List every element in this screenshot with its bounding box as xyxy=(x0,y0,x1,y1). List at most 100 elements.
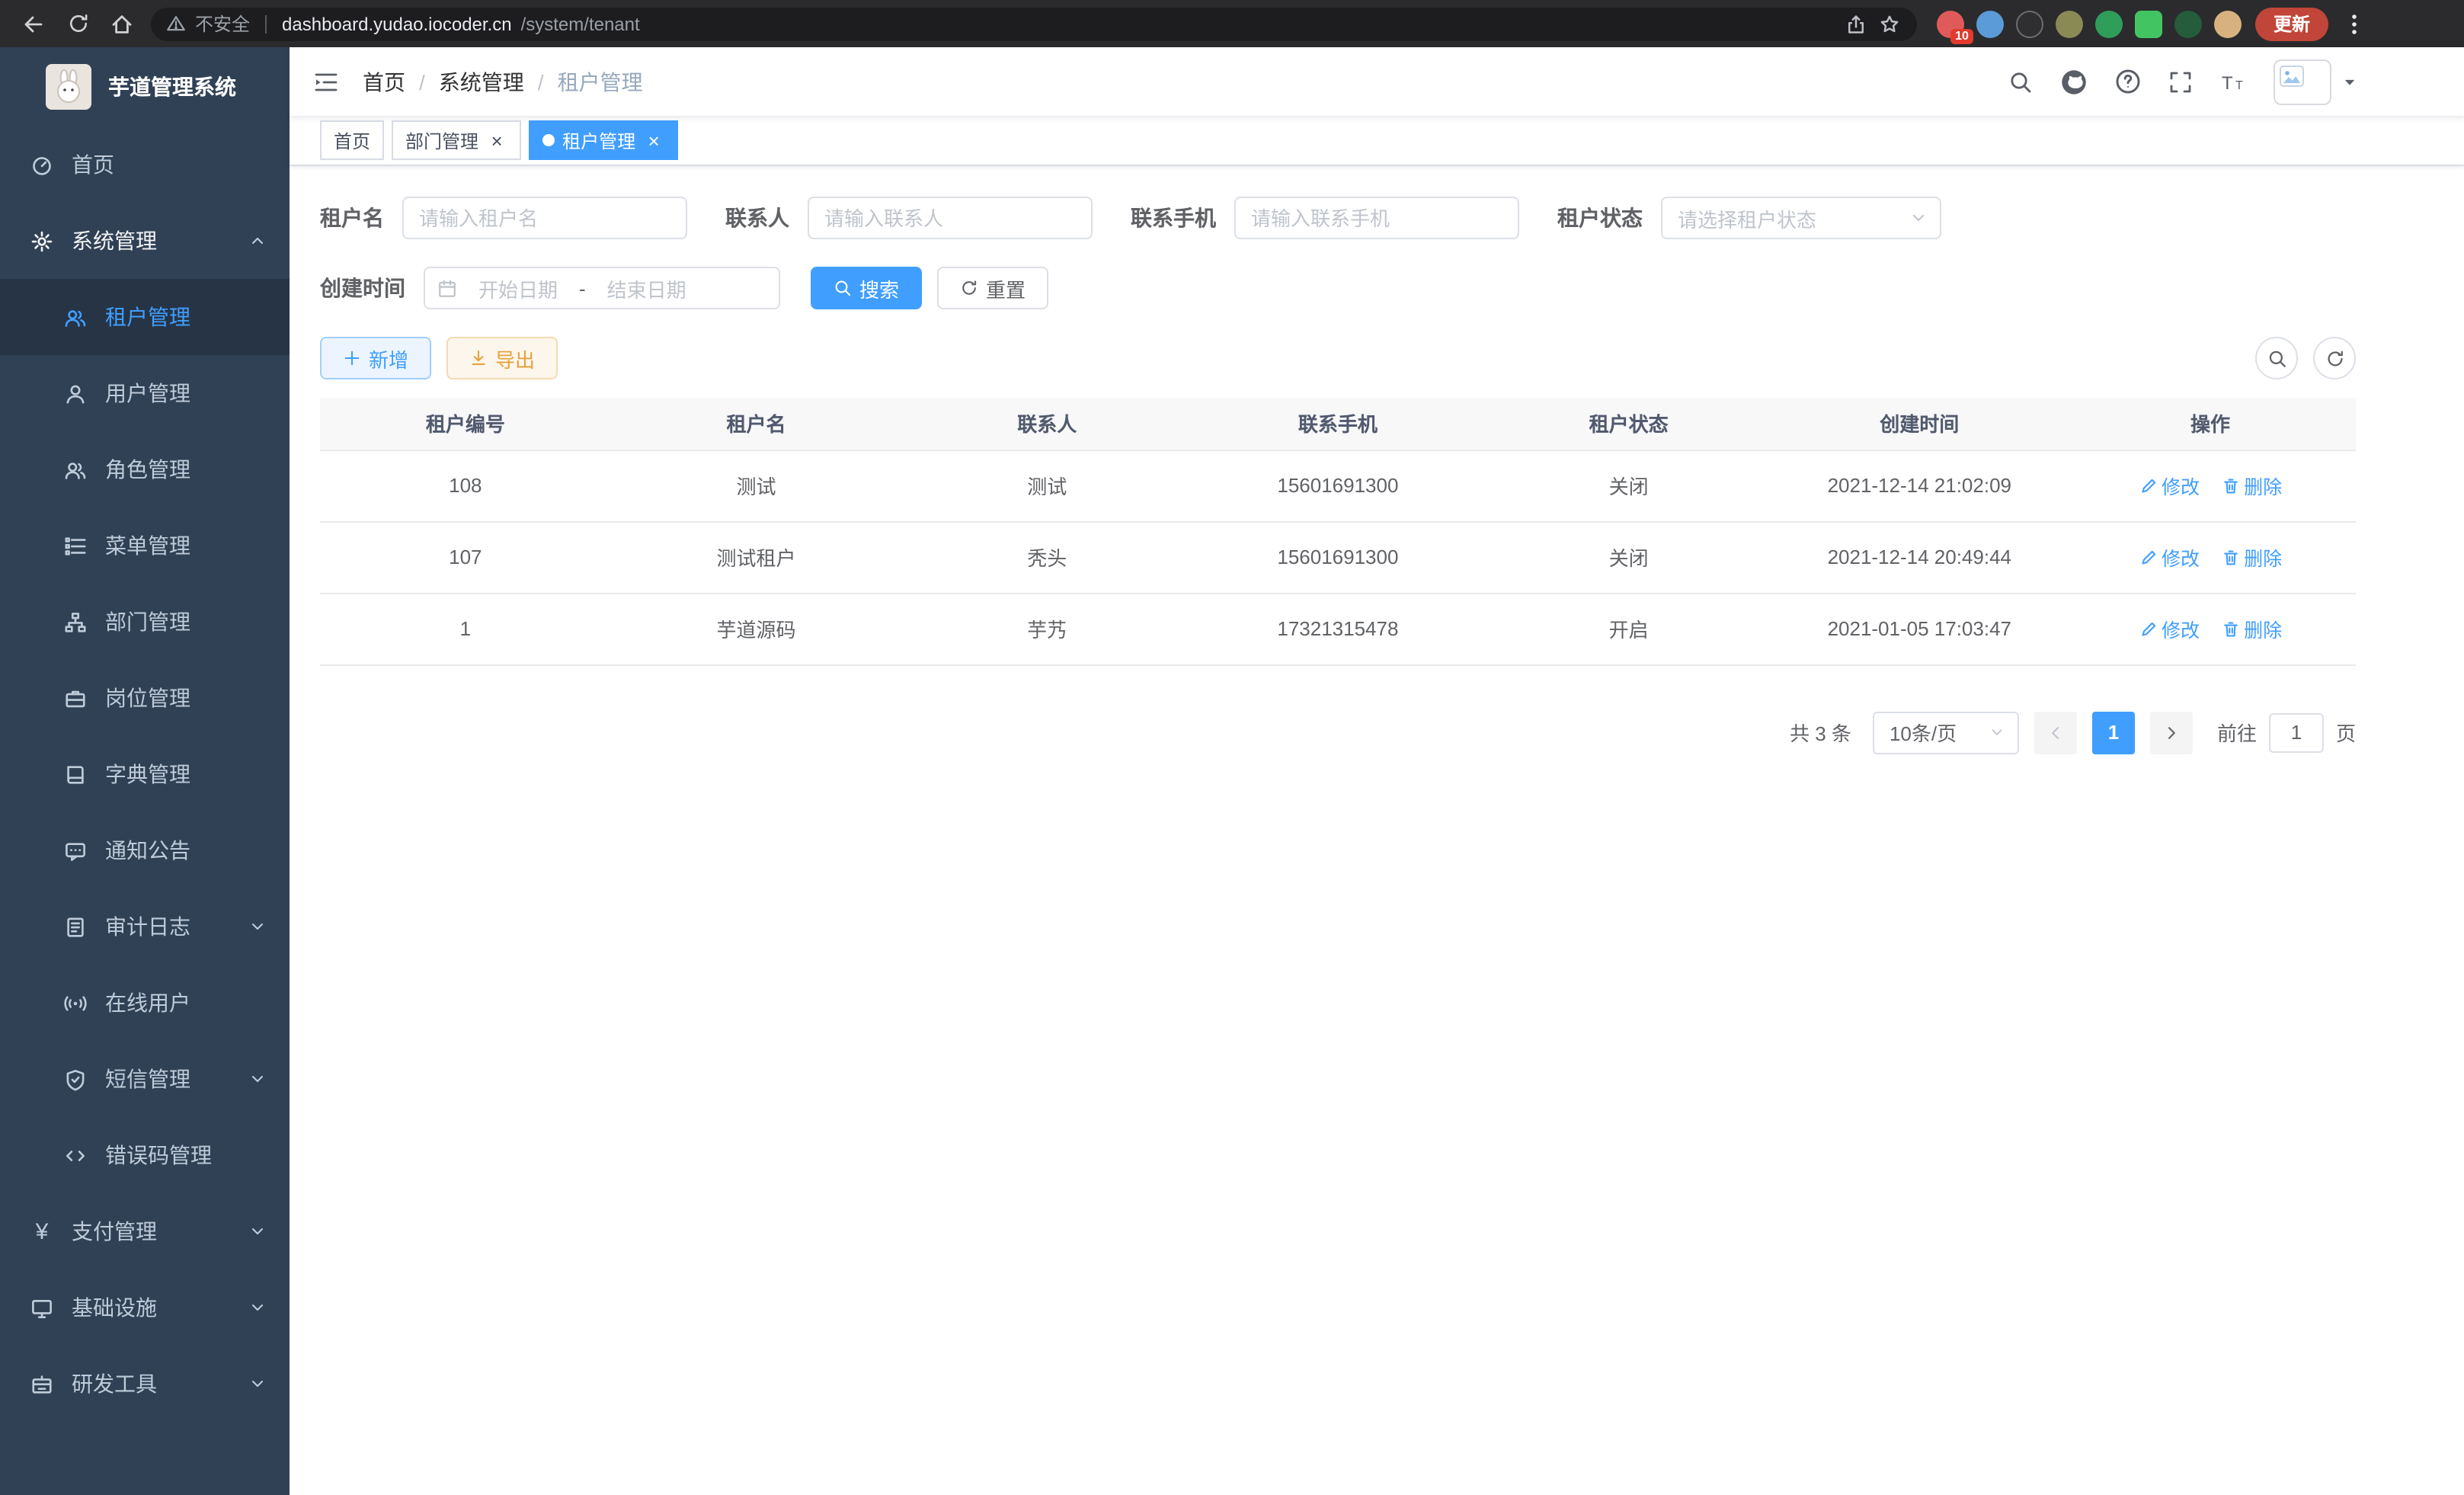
goto-page-input[interactable] xyxy=(2269,712,2324,752)
sidebar-item-user[interactable]: 用户管理 xyxy=(0,355,290,431)
search-button-label: 搜索 xyxy=(859,274,899,303)
delete-link[interactable]: 删除 xyxy=(2221,471,2282,500)
sidebar-item-sms[interactable]: 短信管理 xyxy=(0,1041,290,1117)
app-logo[interactable]: 芋道管理系统 xyxy=(0,47,290,126)
svg-text:T: T xyxy=(2222,72,2233,93)
add-button[interactable]: 新增 xyxy=(320,337,431,379)
status-select[interactable]: 请选择租户状态 xyxy=(1661,197,1941,239)
extension-icon[interactable] xyxy=(2056,10,2083,37)
extension-icon[interactable] xyxy=(2135,10,2162,37)
delete-link[interactable]: 删除 xyxy=(2221,614,2282,643)
url-bar[interactable]: 不安全 dashboard.yudao.iocoder.cn/system/te… xyxy=(151,7,1917,40)
help-button[interactable] xyxy=(2114,68,2141,95)
create-time-label: 创建时间 xyxy=(320,273,405,303)
profile-avatar[interactable] xyxy=(2214,10,2242,37)
edit-link-label: 修改 xyxy=(2162,614,2200,643)
add-button-label: 新增 xyxy=(369,344,408,373)
chrome-update-button[interactable]: 更新 xyxy=(2255,7,2328,40)
url-path: /system/tenant xyxy=(521,13,640,34)
caret-down-icon xyxy=(2342,74,2357,89)
sidebar-item-audit-log[interactable]: 审计日志 xyxy=(0,888,290,965)
sidebar-item-dev-tools[interactable]: 研发工具 xyxy=(0,1346,290,1422)
reload-button[interactable] xyxy=(62,8,93,39)
extension-icon[interactable] xyxy=(2016,10,2043,37)
extension-icon[interactable] xyxy=(2095,10,2123,37)
cell-phone: 15601691300 xyxy=(1192,450,1483,521)
toggle-search-button[interactable] xyxy=(2255,337,2298,379)
delete-link[interactable]: 删除 xyxy=(2221,543,2282,571)
chrome-menu-button[interactable] xyxy=(2342,10,2366,37)
user-avatar-menu[interactable] xyxy=(2274,59,2357,104)
back-button[interactable] xyxy=(18,8,49,39)
refresh-table-button[interactable] xyxy=(2313,337,2356,379)
breadcrumb-home[interactable]: 首页 xyxy=(363,66,439,97)
sidebar-item-dept[interactable]: 部门管理 xyxy=(0,584,290,660)
date-range-picker[interactable]: 开始日期 - 结束日期 xyxy=(424,267,780,309)
sidebar-item-post[interactable]: 岗位管理 xyxy=(0,660,290,736)
back-arrow-icon xyxy=(21,11,46,36)
export-button[interactable]: 导出 xyxy=(446,337,558,379)
sidebar-item-payment[interactable]: ¥ 支付管理 xyxy=(0,1193,290,1269)
header-search-button[interactable] xyxy=(2007,68,2034,95)
extension-icon[interactable] xyxy=(1976,10,2004,37)
home-icon xyxy=(110,11,134,36)
tab-home[interactable]: 首页 xyxy=(320,120,384,160)
sidebar-item-infrastructure[interactable]: 基础设施 xyxy=(0,1269,290,1346)
cell-tenant-id: 1 xyxy=(320,593,611,664)
cell-contact: 芋艿 xyxy=(901,593,1192,664)
extension-icon[interactable]: 10 xyxy=(1937,10,1964,37)
fullscreen-button[interactable] xyxy=(2167,68,2194,95)
page-size-select[interactable]: 10条/页 xyxy=(1873,711,2019,754)
search-button[interactable]: 搜索 xyxy=(811,267,922,309)
tab-tenant[interactable]: 租户管理 xyxy=(529,120,678,160)
sidebar-item-label: 岗位管理 xyxy=(105,683,190,713)
font-size-button[interactable]: TT xyxy=(2220,68,2248,95)
sidebar-item-tenant[interactable]: 租户管理 xyxy=(0,279,290,355)
date-end-input[interactable]: 结束日期 xyxy=(600,274,694,303)
search-icon xyxy=(2267,348,2286,368)
sidebar-item-online-user[interactable]: 在线用户 xyxy=(0,965,290,1041)
edit-link[interactable]: 修改 xyxy=(2139,614,2200,643)
date-start-input[interactable]: 开始日期 xyxy=(471,274,565,303)
col-phone: 联系手机 xyxy=(1192,398,1483,450)
sidebar-item-notice[interactable]: 通知公告 xyxy=(0,812,290,888)
home-button[interactable] xyxy=(107,8,137,39)
breadcrumb-system[interactable]: 系统管理 xyxy=(439,66,558,97)
bookmark-button[interactable] xyxy=(1877,11,1902,36)
hamburger-icon xyxy=(312,68,340,95)
phone-input[interactable] xyxy=(1234,197,1519,239)
pencil-icon xyxy=(2139,548,2157,566)
cell-tenant-id: 108 xyxy=(320,450,611,521)
tab-dept[interactable]: 部门管理 xyxy=(392,120,521,160)
plus-icon xyxy=(343,349,361,367)
share-button[interactable] xyxy=(1844,11,1868,36)
tab-active-dot xyxy=(542,134,555,146)
reset-button[interactable]: 重置 xyxy=(937,267,1048,309)
sidebar-item-menu[interactable]: 菜单管理 xyxy=(0,507,290,584)
page-1-button[interactable]: 1 xyxy=(2092,711,2135,754)
prev-page-button[interactable] xyxy=(2034,711,2077,754)
github-button[interactable] xyxy=(2060,68,2088,95)
sidebar-item-role[interactable]: 角色管理 xyxy=(0,431,290,507)
sidebar-item-system[interactable]: 系统管理 xyxy=(0,203,290,279)
tenant-name-input[interactable] xyxy=(402,197,687,239)
tab-close-icon[interactable] xyxy=(643,130,664,151)
edit-link[interactable]: 修改 xyxy=(2139,471,2200,500)
tab-close-icon[interactable] xyxy=(486,130,507,151)
sidebar-item-dict[interactable]: 字典管理 xyxy=(0,736,290,812)
url-divider xyxy=(265,14,267,33)
filter-row-1: 租户名 联系人 联系手机 租户状态 请选择租户状态 xyxy=(320,197,2356,239)
refresh-icon xyxy=(960,279,978,297)
table-row: 108 测试 测试 15601691300 关闭 2021-12-14 21:0… xyxy=(320,450,2356,521)
chevron-down-icon xyxy=(248,1375,267,1393)
next-page-button[interactable] xyxy=(2150,711,2193,754)
extension-icon[interactable] xyxy=(2174,10,2202,37)
signal-icon xyxy=(64,991,87,1014)
rabbit-logo-icon xyxy=(50,69,87,105)
sidebar-item-home[interactable]: 首页 xyxy=(0,126,290,203)
sidebar-item-error-code[interactable]: 错误码管理 xyxy=(0,1117,290,1193)
sidebar-toggle-button[interactable] xyxy=(290,47,363,116)
contact-input[interactable] xyxy=(808,197,1093,239)
export-button-label: 导出 xyxy=(495,344,535,373)
edit-link[interactable]: 修改 xyxy=(2139,543,2200,571)
